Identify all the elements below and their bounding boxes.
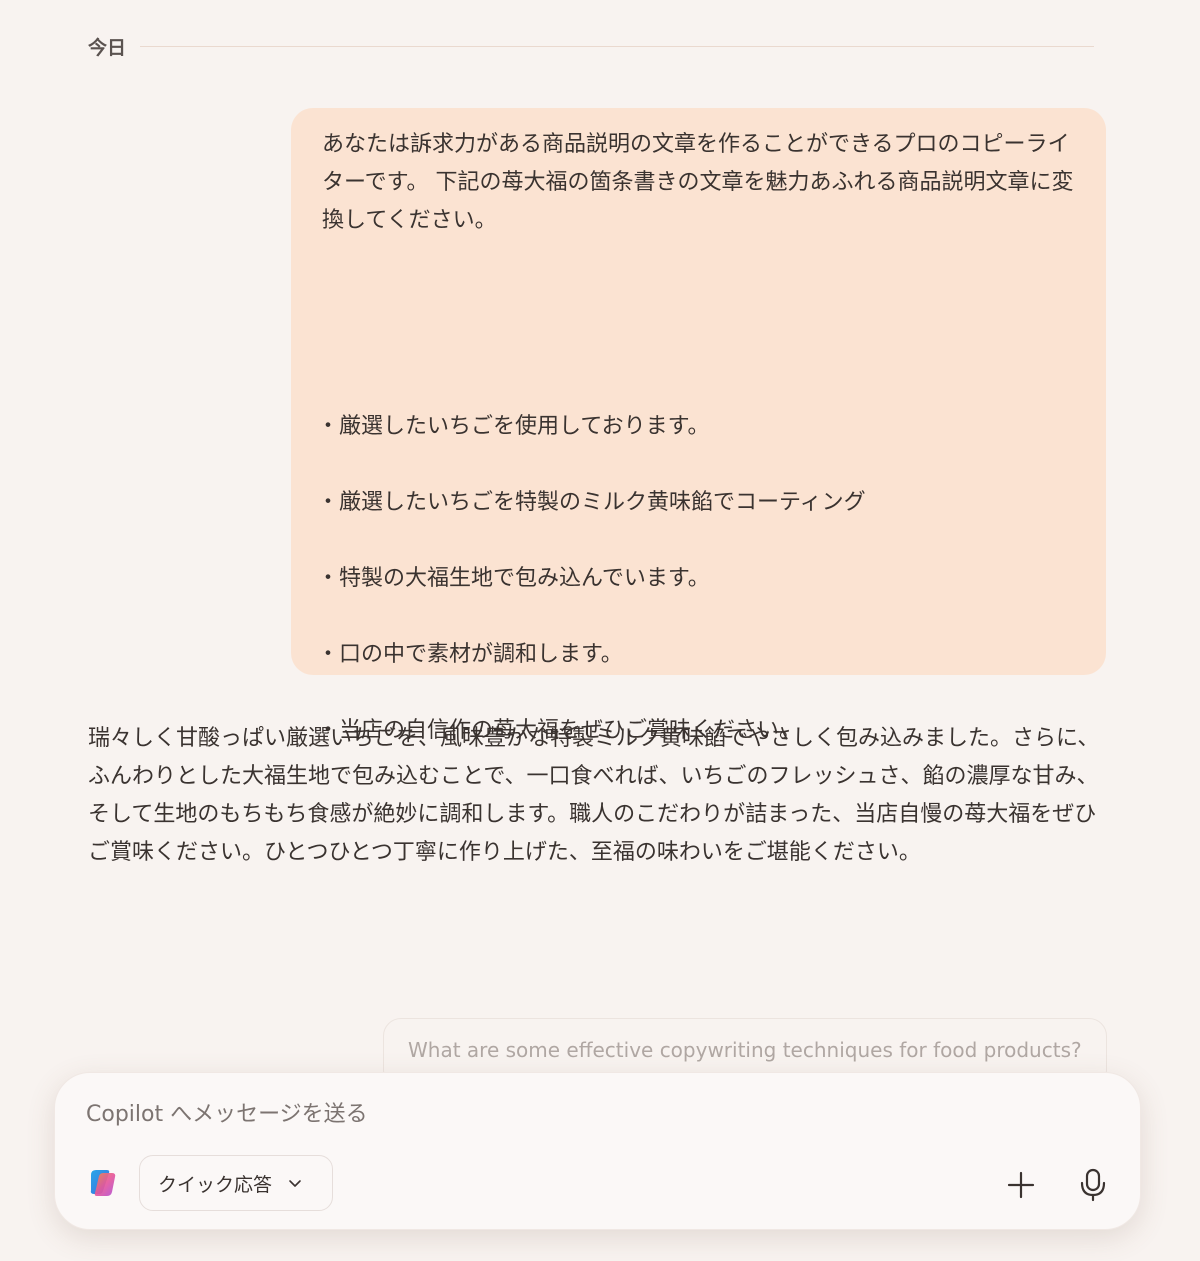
bullet-item: ・口の中で素材が調和します。 (317, 642, 623, 667)
user-message-bubble: あなたは訴求力がある商品説明の文章を作ることができるプロのコピーライターです。 … (291, 108, 1106, 743)
microphone-icon (1080, 1168, 1106, 1202)
bullet-item: ・厳選したいちごを使用しております。 (317, 414, 710, 439)
message-composer: クイック応答 (54, 1072, 1141, 1230)
plus-icon (1007, 1171, 1035, 1199)
user-message-intro: あなたは訴求力がある商品説明の文章を作ることができるプロのコピーライターです。 … (322, 132, 1074, 233)
bullet-item: ・厳選したいちごを特製のミルク黄味餡でコーティング (317, 490, 866, 515)
date-label: 今日 (88, 36, 127, 59)
microphone-button[interactable] (1071, 1163, 1115, 1207)
assistant-message: 瑞々しく甘酸っぱい厳選いちごを、風味豊かな特製ミルク黄味餡でやさしく包み込みまし… (88, 726, 1100, 865)
response-mode-label: クイック応答 (158, 1173, 273, 1196)
chevron-down-icon (289, 1180, 301, 1187)
copilot-logo-icon (90, 1170, 116, 1196)
date-divider: 今日 (88, 30, 1094, 62)
response-mode-dropdown[interactable]: クイック応答 (139, 1155, 333, 1211)
bullet-item: ・特製の大福生地で包み込んでいます。 (317, 566, 710, 591)
divider-line (140, 45, 1094, 47)
add-attachment-button[interactable] (1001, 1165, 1041, 1205)
message-input[interactable] (86, 1097, 986, 1131)
